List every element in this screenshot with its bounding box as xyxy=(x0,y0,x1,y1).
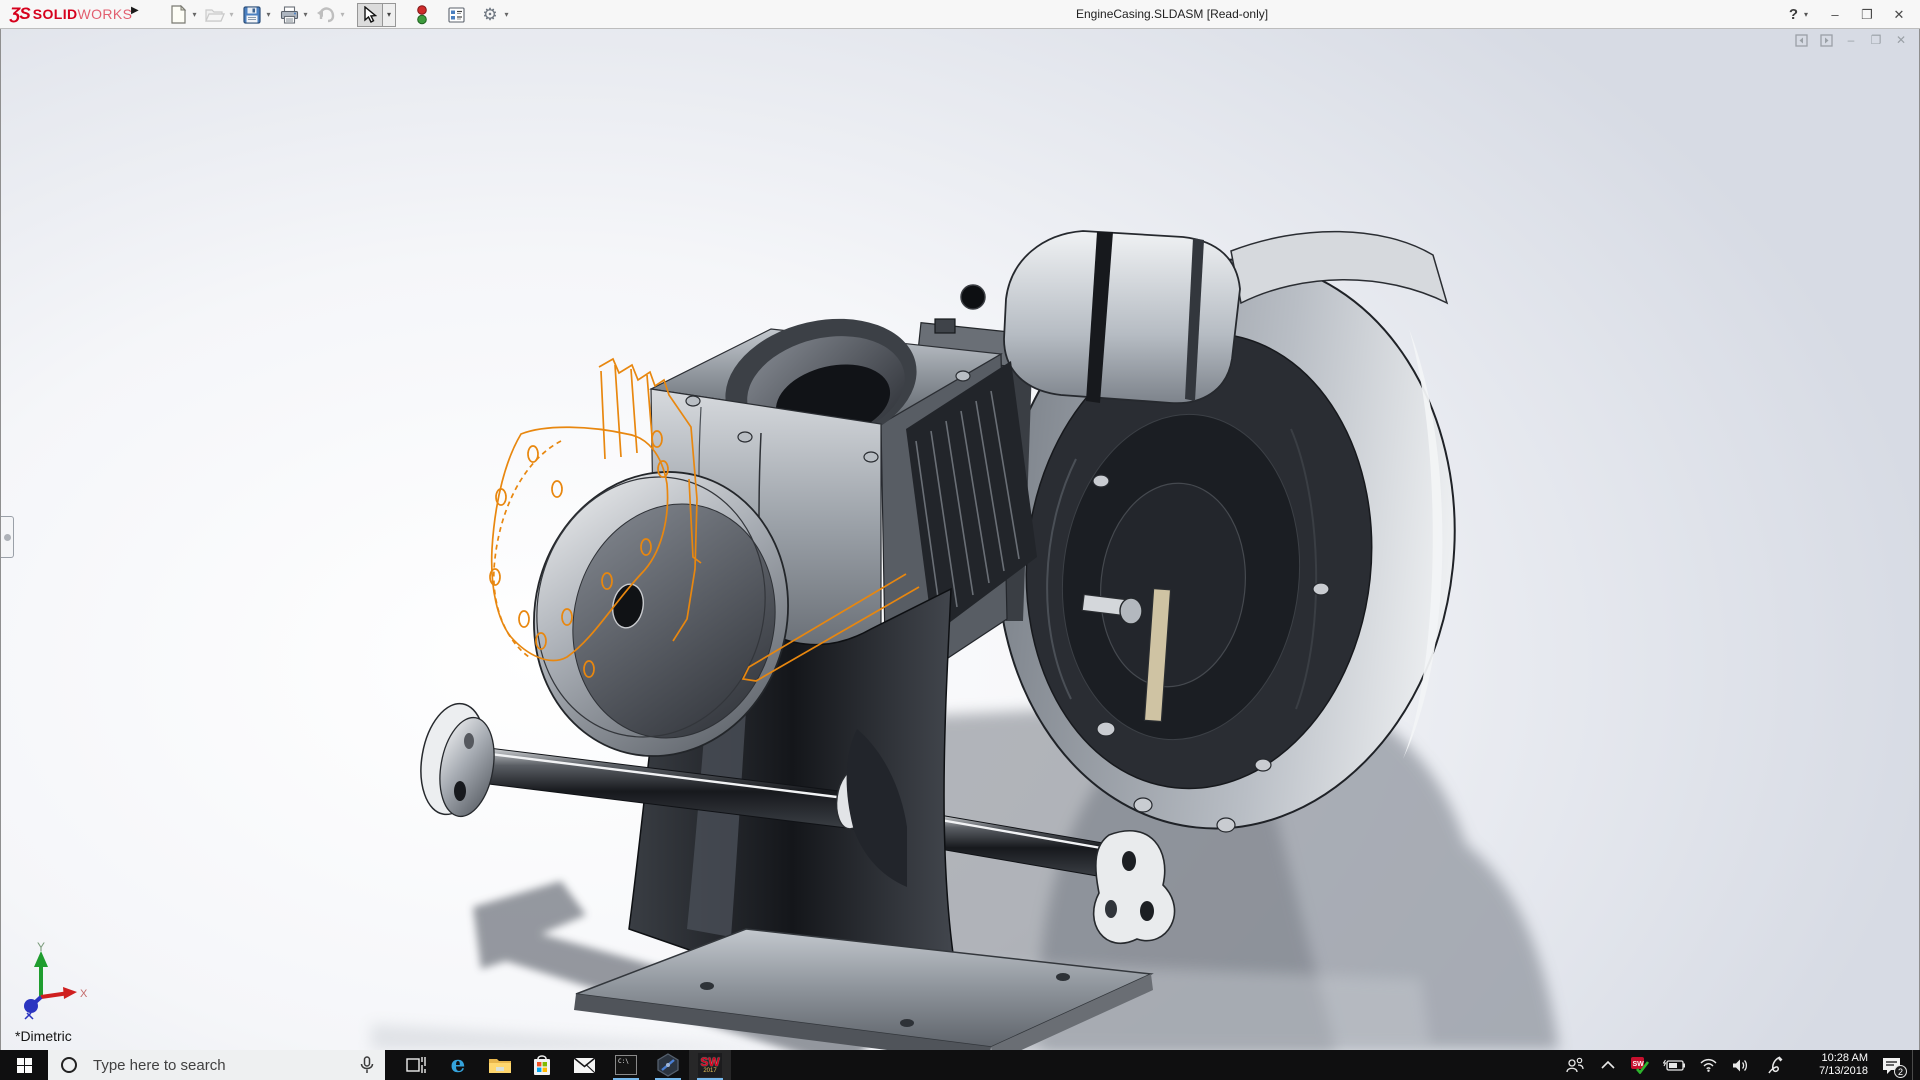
task-view-button[interactable] xyxy=(395,1050,437,1080)
command-prompt-icon: C:\ xyxy=(615,1055,637,1075)
system-tray: SW 10:28 AM 7/13/2018 2 xyxy=(1558,1050,1920,1080)
print-icon xyxy=(280,5,298,24)
splitter-dot-icon xyxy=(4,534,11,541)
edrawings-button[interactable] xyxy=(647,1050,689,1080)
quick-access-toolbar: ▾ ▾ ▾ ▾ ▾ ▾ ⚙ ▾ xyxy=(166,1,515,28)
mail-icon xyxy=(572,1056,596,1073)
new-document-button[interactable] xyxy=(166,3,190,27)
options-button[interactable]: ⚙ xyxy=(478,3,502,27)
solidworks-app-year: 2017 xyxy=(703,1067,717,1074)
power-button[interactable] xyxy=(1656,1050,1692,1080)
rubber-knob xyxy=(960,284,986,310)
new-document-icon xyxy=(170,5,186,24)
open-button[interactable] xyxy=(203,3,227,27)
volume-button[interactable] xyxy=(1724,1050,1756,1080)
save-caret[interactable]: ▾ xyxy=(264,10,273,19)
task-view-icon xyxy=(406,1057,426,1073)
edge-button[interactable]: e xyxy=(437,1050,479,1080)
taskbar-search[interactable]: Type here to search xyxy=(48,1050,385,1080)
view-orientation-label: *Dimetric xyxy=(15,1028,72,1044)
menu-flyout-arrow-icon[interactable]: ▶ xyxy=(131,5,139,16)
command-prompt-button[interactable]: C:\ xyxy=(605,1050,647,1080)
orientation-triad: Y X xyxy=(24,940,88,1020)
show-desktop-separator xyxy=(1912,1050,1913,1080)
undo-button[interactable] xyxy=(314,3,338,27)
file-explorer-button[interactable] xyxy=(479,1050,521,1080)
start-button[interactable] xyxy=(0,1050,48,1080)
open-folder-icon xyxy=(205,8,225,22)
window-controls: ? ▾ – ❐ ✕ xyxy=(1789,0,1912,29)
notification-badge: 2 xyxy=(1894,1065,1907,1078)
help-caret[interactable]: ▾ xyxy=(1804,10,1808,19)
minimize-button[interactable]: – xyxy=(1822,4,1848,26)
people-button[interactable] xyxy=(1558,1050,1592,1080)
taskbar-apps: e C:\ SW 2017 xyxy=(395,1050,731,1080)
close-button[interactable]: ✕ xyxy=(1886,4,1912,26)
people-icon xyxy=(1566,1057,1584,1073)
print-caret[interactable]: ▾ xyxy=(301,10,310,19)
file-properties-button[interactable] xyxy=(444,3,468,27)
window-title: EngineCasing.SLDASM [Read-only] xyxy=(1076,7,1269,21)
solidworks-app-button[interactable]: SW 2017 xyxy=(689,1050,731,1080)
restore-button[interactable]: ❐ xyxy=(1854,4,1880,26)
store-button[interactable] xyxy=(521,1050,563,1080)
undo-caret: ▾ xyxy=(340,10,345,19)
graphics-viewport[interactable]: – ❐ ✕ Y X *Dimetric xyxy=(0,29,1920,1050)
solidworks-app-letters: SW xyxy=(700,1054,720,1069)
engine-casing-assembly-model[interactable] xyxy=(1,29,1920,1050)
taskbar-clock[interactable]: 10:28 AM 7/13/2018 xyxy=(1804,1052,1868,1078)
help-button[interactable]: ? xyxy=(1789,6,1798,23)
axis-x-label: X xyxy=(80,988,88,1000)
select-tool-caret[interactable]: ▾ xyxy=(383,2,396,27)
hex-bolt xyxy=(934,318,956,334)
clock-date: 7/13/2018 xyxy=(1819,1065,1868,1077)
windows-taskbar: Type here to search e C:\ SW 2017 SW 10:… xyxy=(0,1050,1920,1080)
solidworks-brand-light: WORKS xyxy=(77,6,133,22)
cortana-icon xyxy=(61,1057,77,1073)
file-explorer-icon xyxy=(489,1058,511,1073)
open-caret: ▾ xyxy=(229,10,234,19)
select-tool-button[interactable] xyxy=(357,2,383,27)
mail-button[interactable] xyxy=(563,1050,605,1080)
battery-plug-icon xyxy=(1663,1059,1685,1071)
clock-time: 10:28 AM xyxy=(1821,1052,1868,1064)
pen-icon xyxy=(1768,1056,1783,1074)
save-button[interactable] xyxy=(240,3,264,27)
solidworks-logo: ƷS SOLID WORKS xyxy=(10,3,132,25)
options-caret[interactable]: ▾ xyxy=(502,10,511,19)
speaker-icon xyxy=(1732,1059,1747,1071)
solidworks-tray-button[interactable]: SW xyxy=(1624,1050,1656,1080)
svg-text:SW: SW xyxy=(1633,1061,1645,1068)
network-button[interactable] xyxy=(1692,1050,1724,1080)
action-center-button[interactable]: 2 xyxy=(1874,1050,1908,1080)
solidworks-brand-bold: SOLID xyxy=(32,6,78,22)
rebuild-stoplight-icon xyxy=(417,4,427,24)
cmd-prompt-label: C:\ xyxy=(618,1058,629,1065)
file-properties-icon xyxy=(447,6,465,23)
windows-logo-icon xyxy=(16,1057,32,1073)
undo-icon xyxy=(317,6,335,22)
solidworks-app-icon: SW 2017 xyxy=(698,1053,722,1077)
wifi-icon xyxy=(1700,1058,1716,1072)
select-cursor-icon xyxy=(364,6,377,23)
chevron-up-icon xyxy=(1601,1061,1615,1069)
windows-ink-button[interactable] xyxy=(1756,1050,1796,1080)
save-icon xyxy=(243,5,261,24)
tray-overflow-button[interactable] xyxy=(1592,1050,1624,1080)
new-document-caret[interactable]: ▾ xyxy=(190,10,199,19)
print-button[interactable] xyxy=(277,3,301,27)
store-icon xyxy=(534,1055,550,1075)
solidworks-resource-monitor-icon: SW xyxy=(1631,1057,1650,1074)
microphone-icon[interactable] xyxy=(360,1056,374,1079)
titlebar: ƷS SOLID WORKS ▶ ▾ ▾ ▾ ▾ ▾ ▾ ⚙ ▾ EngineC… xyxy=(0,0,1920,29)
search-placeholder: Type here to search xyxy=(93,1056,226,1074)
feature-pane-splitter-handle[interactable] xyxy=(1,516,14,558)
gear-icon: ⚙ xyxy=(482,4,498,24)
rebuild-button[interactable] xyxy=(410,3,434,27)
hexagon-app-icon xyxy=(657,1053,679,1077)
solidworks-logo-mark-icon: ƷS xyxy=(10,4,31,23)
edge-icon: e xyxy=(450,1051,466,1078)
